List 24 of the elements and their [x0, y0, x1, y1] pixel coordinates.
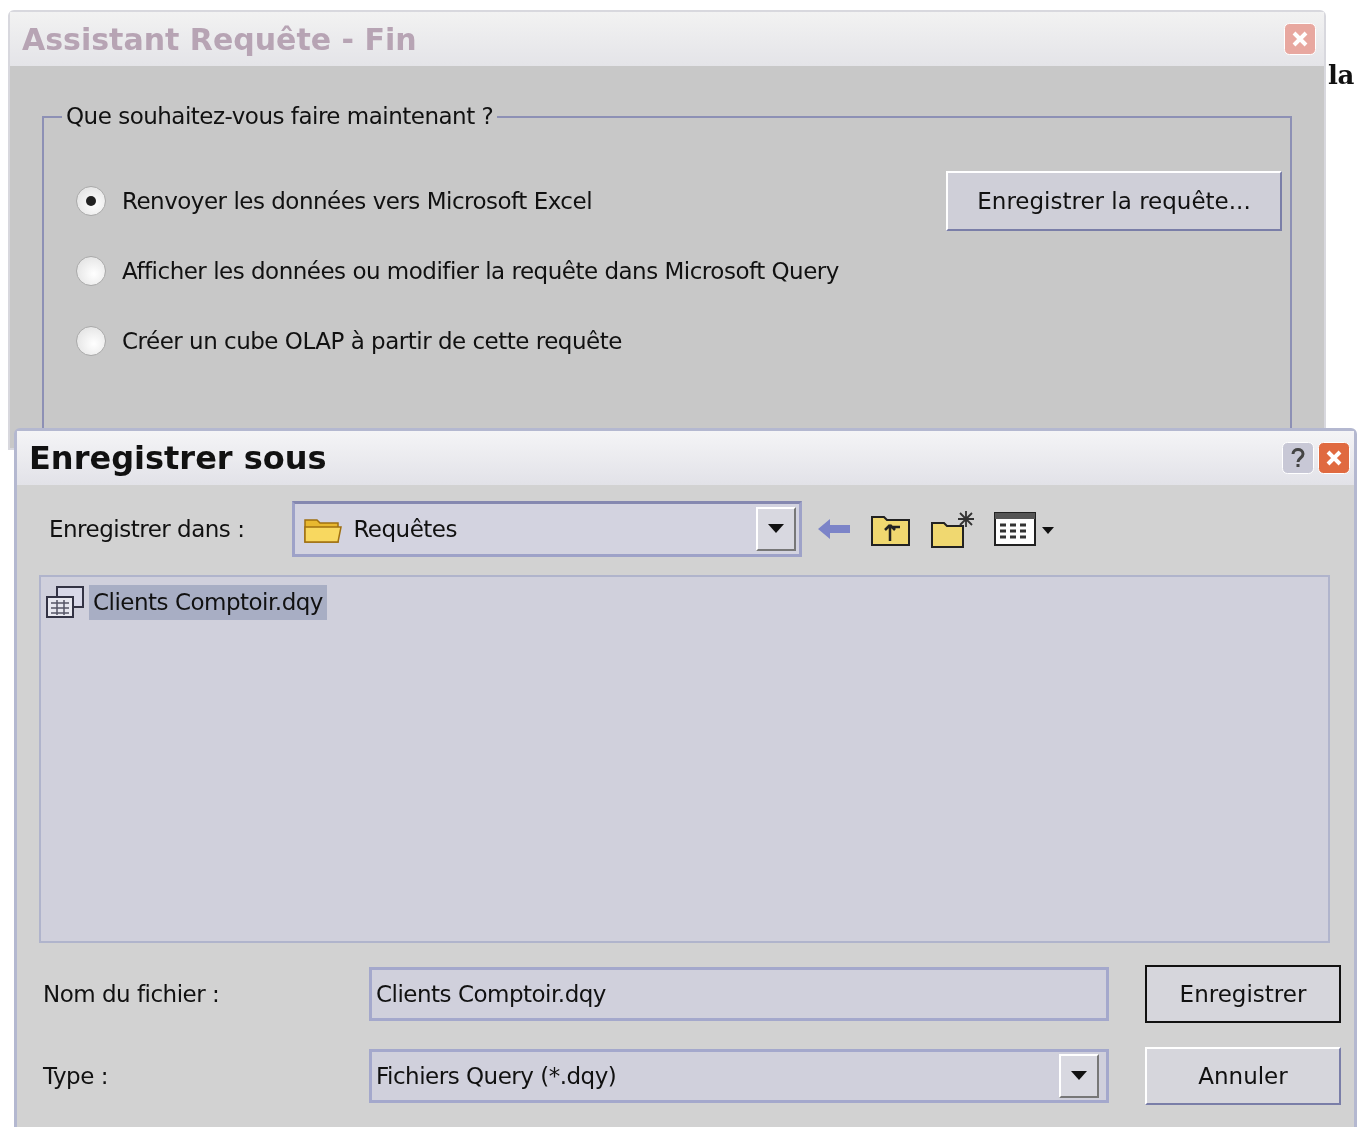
- save-in-label: Enregistrer dans :: [49, 514, 245, 544]
- folder-dropdown[interactable]: Requêtes: [292, 501, 803, 557]
- window-title: Assistant Requête - Fin: [22, 20, 417, 59]
- option-label[interactable]: Afficher les données ou modifier la requête dans Microsoft Query: [122, 253, 839, 289]
- save-query-button[interactable]: Enregistrer la requête...: [946, 171, 1282, 231]
- radio-button[interactable]: [76, 326, 106, 356]
- file-name-field[interactable]: Clients Comptoir.dqy: [369, 967, 1109, 1021]
- cancel-button[interactable]: Annuler: [1145, 1047, 1341, 1105]
- type-label: Type :: [43, 1061, 109, 1091]
- caret-icon: [756, 507, 797, 551]
- caret-icon: [1059, 1054, 1099, 1098]
- save-button[interactable]: Enregistrer: [1145, 965, 1341, 1023]
- option-label[interactable]: Créer un cube OLAP à partir de cette requête: [122, 323, 622, 359]
- radio-button[interactable]: [76, 186, 106, 216]
- radio-button[interactable]: [76, 256, 106, 286]
- query-file-icon: [45, 585, 85, 620]
- folder-name: Requêtes: [352, 514, 458, 544]
- option-label[interactable]: Renvoyer les données vers Microsoft Excel: [122, 183, 593, 219]
- dialog-title: Enregistrer sous: [29, 438, 327, 479]
- file-type-dropdown[interactable]: Fichiers Query (*.dqy): [369, 1049, 1109, 1103]
- new-folder-icon[interactable]: [930, 509, 977, 549]
- background-text: la: [1328, 59, 1354, 92]
- file-name-label: Nom du fichier :: [43, 979, 221, 1009]
- help-button[interactable]: [1282, 442, 1314, 474]
